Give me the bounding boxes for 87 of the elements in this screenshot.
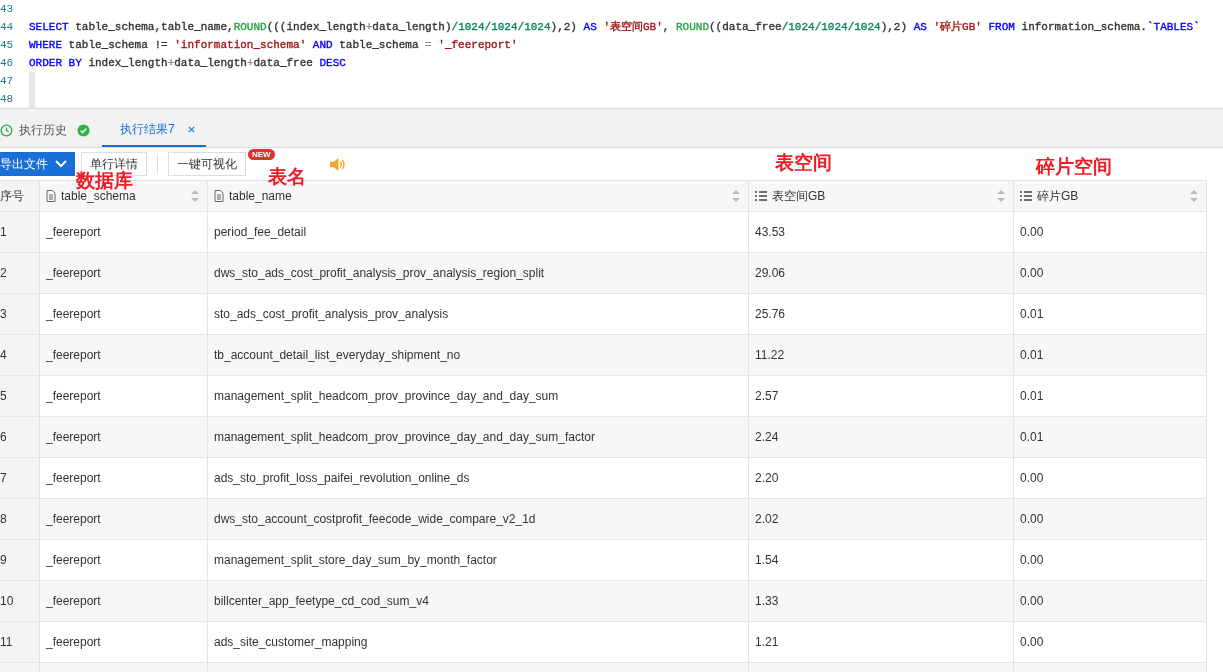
table-cell: 9	[0, 540, 40, 580]
column-header[interactable]: 碎片GB	[1014, 181, 1207, 211]
table-cell: 3	[0, 294, 40, 334]
table-cell: tb_account_detail_list_everyday_shipment_no	[208, 335, 749, 375]
table-cell: 0.01	[1014, 335, 1207, 375]
table-cell: management_split_headcom_prov_province_day_and_day_sum_factor	[208, 417, 749, 457]
sort-icon[interactable]	[997, 189, 1005, 203]
annotation-label: 碎片空间	[1036, 155, 1112, 179]
annotation-label: 表空间	[775, 151, 832, 175]
table-cell: ads_sto_profit_loss_paifei_revolution_online_ds	[208, 458, 749, 498]
table-cell: 10	[0, 581, 40, 621]
table-cell: _feereport	[40, 253, 208, 293]
check-icon	[77, 123, 90, 137]
table-cell: 7	[0, 458, 40, 498]
table-cell: 4	[0, 335, 40, 375]
table-cell: _feereport	[40, 294, 208, 334]
result-tab[interactable]: 执行结果7	[102, 117, 206, 147]
table-cell: dws_sto_ads_cost_profit_analysis_prov_analysis_region_split	[208, 253, 749, 293]
table-cell: 8	[0, 499, 40, 539]
table-cell: _feereport	[40, 622, 208, 662]
table-cell: management_split_store_day_sum_by_month_factor	[208, 540, 749, 580]
table-cell: _feereport	[40, 376, 208, 416]
sort-icon[interactable]	[1190, 189, 1198, 203]
table-cell: 0.00	[1014, 458, 1207, 498]
table-cell: _feereport	[40, 212, 208, 252]
document-icon	[46, 190, 56, 202]
table-cell: 5	[0, 376, 40, 416]
table-cell: _feereport	[40, 499, 208, 539]
sort-icon[interactable]	[191, 189, 199, 203]
line-number: 47	[0, 75, 15, 87]
list-icon	[755, 191, 767, 201]
table-cell: 1.21	[749, 622, 1014, 662]
table-cell: 6	[0, 417, 40, 457]
table-cell: billcenter_app_feetype_cd_cod_sum_v4	[208, 581, 749, 621]
table-cell: 0.00	[1014, 212, 1207, 252]
line-number: 45	[0, 39, 15, 51]
table-cell: 43.53	[749, 212, 1014, 252]
line-number: 44	[0, 21, 15, 33]
table-cell: 1	[0, 212, 40, 252]
line-number: 48	[0, 93, 15, 105]
table-cell: 25.76	[749, 294, 1014, 334]
table-cell: 2	[0, 253, 40, 293]
table-cell: ads_site_customer_mapping	[208, 622, 749, 662]
line-number: 46	[0, 57, 15, 69]
column-header[interactable]: 表空间GB	[749, 181, 1014, 211]
document-icon	[214, 190, 224, 202]
close-icon[interactable]	[186, 124, 196, 134]
new-badge: NEW	[248, 149, 275, 160]
table-cell: 2.20	[749, 458, 1014, 498]
table-cell: _feereport	[40, 458, 208, 498]
table-cell: 0.00	[1014, 540, 1207, 580]
table-cell: 0.00	[1014, 499, 1207, 539]
table-cell: 0.00	[1014, 622, 1207, 662]
list-icon	[1020, 191, 1032, 201]
export-button[interactable]: 导出文件	[0, 152, 75, 176]
visualize-button[interactable]: 一键可视化	[168, 152, 246, 176]
table-cell: sto_ads_cost_profit_analysis_prov_analysis	[208, 294, 749, 334]
result-tab[interactable]: 执行历史	[0, 117, 102, 147]
code-line: WHERE table_schema != 'information_schema' AND table_schema = '_feereport'	[29, 38, 518, 52]
table-cell: 1.33	[749, 581, 1014, 621]
table-cell: 2.02	[749, 499, 1014, 539]
table-cell: 11	[0, 622, 40, 662]
code-line: ORDER BY index_length+data_length+data_free DESC	[29, 56, 346, 70]
table-cell: 0.01	[1014, 376, 1207, 416]
table-cell: 1.54	[749, 540, 1014, 580]
table-cell: _feereport	[40, 335, 208, 375]
table-cell: 0.00	[1014, 253, 1207, 293]
speaker-icon	[328, 156, 346, 172]
column-header: 序号	[0, 181, 40, 211]
code-line: SELECT table_schema,table_name,ROUND(((index_length+data_length)/1024/1024/1024),2) AS '表空间GB', ROUND((data_free/1024/1024/1024),2) AS '碎片GB' FROM information_schema.`TABLES`	[29, 20, 1200, 34]
table-cell: 29.06	[749, 253, 1014, 293]
table-cell: 0.00	[1014, 581, 1207, 621]
table-cell: dws_sto_account_costprofit_feecode_wide_compare_v2_1d	[208, 499, 749, 539]
table-cell: 0.01	[1014, 294, 1207, 334]
table-cell: _feereport	[40, 581, 208, 621]
clock-icon	[0, 123, 13, 137]
line-number: 43	[0, 3, 15, 15]
table-cell: _feereport	[40, 540, 208, 580]
table-cell: 0.01	[1014, 417, 1207, 457]
table-cell: _feereport	[40, 417, 208, 457]
table-cell: management_split_headcom_prov_province_day_and_day_sum	[208, 376, 749, 416]
table-cell: 2.24	[749, 417, 1014, 457]
table-cell: period_fee_detail	[208, 212, 749, 252]
table-cell: 11.22	[749, 335, 1014, 375]
sort-icon[interactable]	[732, 189, 740, 203]
table-cell: 2.57	[749, 376, 1014, 416]
chevron-down-icon	[55, 160, 67, 168]
